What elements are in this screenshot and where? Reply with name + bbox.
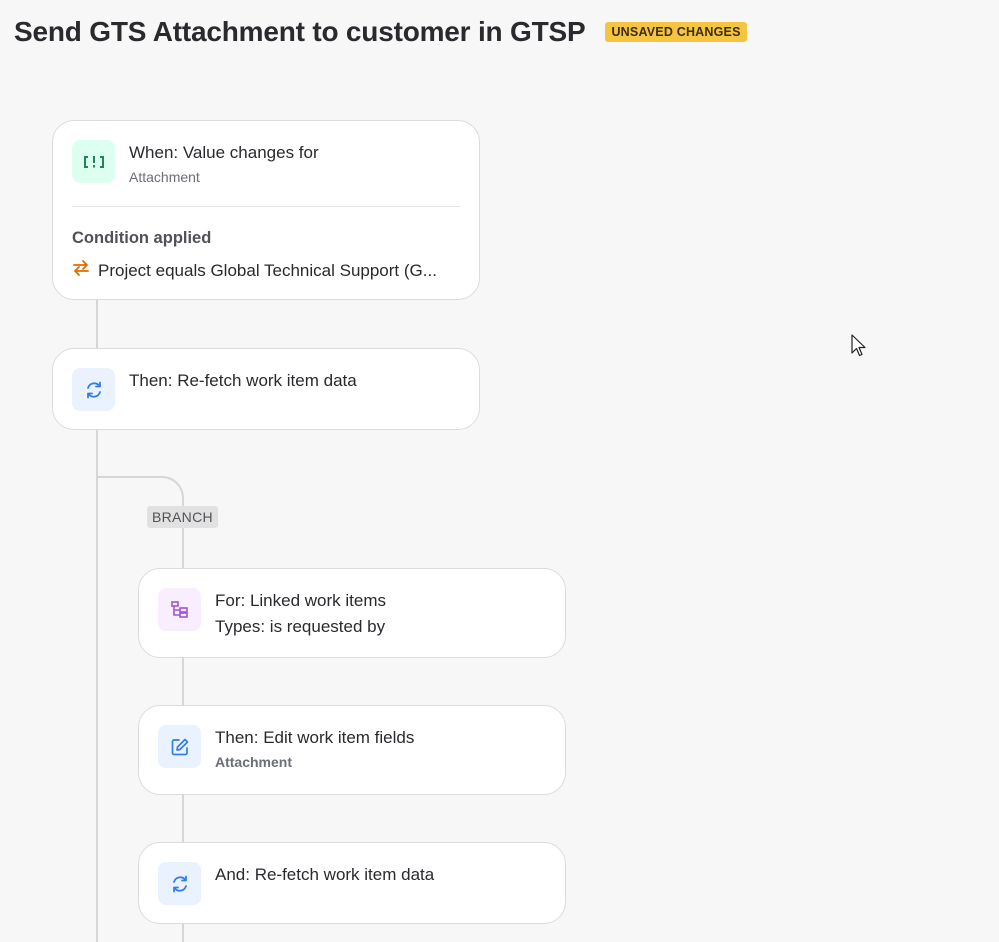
and-refetch-title: And: Re-fetch work item data	[215, 865, 435, 884]
title-row: Send GTS Attachment to customer in GTSP …	[14, 16, 747, 48]
refresh-icon	[72, 368, 115, 411]
edit-card-text: Then: Edit work item fields Attachment	[215, 725, 414, 772]
page-title[interactable]: Send GTS Attachment to customer in GTSP	[14, 16, 586, 48]
trigger-card[interactable]: When: Value changes for Attachment Condi…	[52, 120, 480, 300]
edit-field-name: Attachment	[215, 754, 293, 770]
refetch-card-header: Then: Re-fetch work item data	[72, 368, 460, 411]
automation-rule-page: Send GTS Attachment to customer in GTSP …	[0, 0, 999, 942]
trigger-card-header: When: Value changes for Attachment	[72, 140, 460, 187]
condition-label: Condition applied	[72, 229, 212, 247]
branch-label: BRANCH	[147, 506, 218, 528]
linked-items-icon	[158, 588, 201, 631]
trigger-divider	[72, 206, 460, 207]
edit-fields-card[interactable]: Then: Edit work item fields Attachment	[138, 705, 566, 795]
for-title: For: Linked work items	[215, 591, 386, 610]
condition-text: Project equals Global Technical Support …	[98, 260, 437, 280]
edit-icon	[158, 725, 201, 768]
condition-row[interactable]: Project equals Global Technical Support …	[72, 259, 460, 282]
and-refetch-card-text: And: Re-fetch work item data	[215, 862, 434, 887]
edit-card-header: Then: Edit work item fields Attachment	[158, 725, 546, 772]
for-card-text: For: Linked work items Types: is request…	[215, 588, 386, 639]
for-link-types: Types: is requested by	[215, 617, 386, 636]
for-card-header: For: Linked work items Types: is request…	[158, 588, 546, 639]
refetch-title: Then: Re-fetch work item data	[129, 371, 357, 390]
refresh-icon	[158, 862, 201, 905]
swap-arrows-icon	[72, 259, 90, 282]
mouse-cursor-icon	[851, 334, 867, 363]
refetch-card-text: Then: Re-fetch work item data	[129, 368, 357, 393]
and-refetch-card[interactable]: And: Re-fetch work item data	[138, 842, 566, 924]
refetch-action-card[interactable]: Then: Re-fetch work item data	[52, 348, 480, 430]
unsaved-changes-badge: UNSAVED CHANGES	[605, 22, 747, 42]
branch-for-card[interactable]: For: Linked work items Types: is request…	[138, 568, 566, 658]
trigger-card-text: When: Value changes for Attachment	[129, 140, 319, 187]
trigger-title: When: Value changes for	[129, 143, 319, 162]
trigger-field: Attachment	[129, 169, 200, 185]
edit-title: Then: Edit work item fields	[215, 728, 415, 747]
value-change-icon	[72, 140, 115, 183]
and-refetch-card-header: And: Re-fetch work item data	[158, 862, 546, 905]
